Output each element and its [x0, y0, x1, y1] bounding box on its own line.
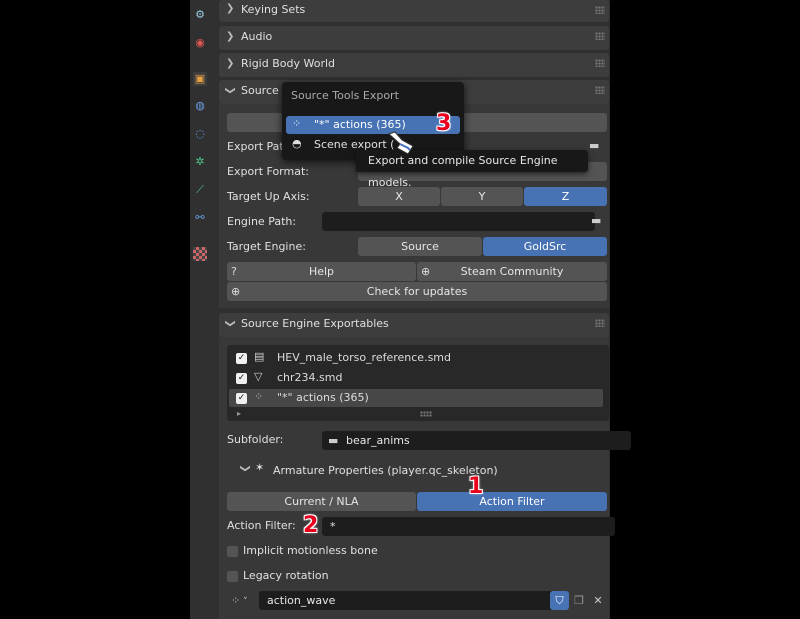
subfolder-value: bear_anims — [346, 434, 410, 447]
engine-path-field[interactable] — [322, 212, 595, 231]
folder-icon[interactable]: ▬ — [589, 139, 607, 155]
engine-source-button[interactable]: Source — [358, 237, 482, 256]
checkbox[interactable]: ✓ — [236, 353, 247, 364]
globe-icon: ⊕ — [231, 285, 241, 298]
drag-grip[interactable] — [595, 319, 605, 327]
mesh-icon: ▽ — [254, 370, 263, 383]
tab-action-filter[interactable]: Action Filter — [417, 492, 607, 511]
checkbox[interactable]: ✓ — [236, 373, 247, 384]
exportables-list: ✓ ▤ HEV_male_torso_reference.smd ✓ ▽ chr… — [227, 345, 609, 421]
subfolder-field[interactable]: ▬ bear_anims — [322, 431, 631, 450]
close-icon[interactable]: ✕ — [589, 591, 607, 610]
collection-icon: ▤ — [254, 350, 265, 363]
chevron-right-icon: ❯ — [226, 31, 235, 42]
action-filter-field[interactable]: * — [322, 517, 615, 536]
action-name-field[interactable]: action_wave — [259, 591, 557, 610]
scene-icon: ◓ — [292, 137, 302, 150]
action-icon: ⁘ — [292, 117, 302, 130]
help-button[interactable]: ? Help — [227, 262, 416, 281]
implicit-motionless-checkbox[interactable] — [227, 546, 238, 557]
steam-community-label: Steam Community — [460, 265, 564, 278]
panel-title: Keying Sets — [241, 3, 306, 16]
check-updates-button[interactable]: ⊕ Check for updates — [227, 282, 607, 301]
drag-grip[interactable] — [595, 59, 605, 67]
menu-item-actions[interactable]: ⁘ "*" actions (365) — [286, 116, 460, 134]
chevron-down-icon: ˅ — [240, 597, 248, 607]
armature-icon: ✶ — [255, 461, 265, 474]
fake-user-icon[interactable]: ⛉ — [550, 591, 569, 610]
export-format-label: Export Format: — [227, 165, 309, 178]
action-type-dropdown[interactable]: ⁘ ˅ — [227, 591, 257, 610]
object-icon[interactable]: ▣ — [193, 72, 207, 86]
marker-3: 3 — [436, 111, 452, 136]
list-item-label: chr234.smd — [277, 371, 343, 384]
folder-icon: ▬ — [328, 434, 339, 447]
legacy-rotation-checkbox[interactable] — [227, 571, 238, 582]
axis-y-button[interactable]: Y — [441, 187, 523, 206]
engine-path-label: Engine Path: — [227, 215, 297, 228]
action-icon: ⁘ — [254, 390, 264, 403]
particles-icon[interactable]: ◌ — [193, 127, 207, 141]
duplicate-icon[interactable]: ❐ — [570, 591, 588, 610]
action-filter-label: Action Filter: — [227, 519, 296, 532]
chevron-down-icon: ❯ — [224, 86, 236, 95]
chevron-down-icon[interactable]: ❯ — [240, 464, 251, 472]
engine-goldsrc-button[interactable]: GoldSrc — [483, 237, 607, 256]
source-engine-exportables-panel[interactable]: ❯ Source Engine Exportables — [219, 313, 609, 337]
list-item-label: "*" actions (365) — [277, 391, 369, 404]
source-engine-exportables-body: ✓ ▤ HEV_male_torso_reference.smd ✓ ▽ chr… — [219, 337, 631, 619]
menu-title: Source Tools Export — [291, 89, 399, 102]
bone-constraint-icon[interactable]: ⚯ — [193, 211, 207, 225]
globe-icon: ⊕ — [421, 265, 431, 278]
chevron-right-icon: ❯ — [226, 3, 235, 14]
properties-tab-bar: ⚙ ◉ ▣ ◍ ◌ ✲ ⟋ ⚯ — [190, 0, 209, 619]
list-item[interactable]: ✓ ▤ HEV_male_torso_reference.smd — [227, 349, 609, 367]
armature-properties-label: Armature Properties (player.qc_skeleton) — [273, 464, 498, 477]
up-axis-label: Target Up Axis: — [227, 190, 310, 203]
resize-grip[interactable] — [420, 411, 432, 417]
panel-title: Rigid Body World — [241, 57, 336, 70]
folder-icon[interactable]: ▬ — [591, 214, 607, 230]
check-updates-label: Check for updates — [366, 285, 468, 298]
constraint-icon[interactable]: ✲ — [193, 155, 207, 169]
subfolder-label: Subfolder: — [227, 433, 284, 446]
chevron-right-icon: ❯ — [226, 58, 235, 69]
world-icon[interactable]: ◉ — [193, 36, 207, 50]
panel-title: Source Engine Exportables — [241, 317, 389, 330]
list-item[interactable]: ✓ ▽ chr234.smd — [227, 369, 609, 387]
drag-grip[interactable] — [595, 32, 605, 40]
checkbox[interactable]: ✓ — [236, 393, 247, 404]
keying-sets-panel[interactable]: ❯ Keying Sets — [219, 0, 609, 22]
list-item-label: HEV_male_torso_reference.smd — [277, 351, 452, 364]
legacy-rotation-label: Legacy rotation — [243, 569, 329, 582]
modifier-icon[interactable]: ◍ — [193, 99, 207, 113]
drag-grip[interactable] — [595, 6, 605, 14]
tab-current-nla[interactable]: Current / NLA — [227, 492, 416, 511]
marker-1: 1 — [468, 474, 484, 499]
help-label: Help — [308, 265, 335, 278]
audio-panel[interactable]: ❯ Audio — [219, 26, 609, 50]
texture-icon[interactable] — [193, 247, 207, 261]
physics-icon[interactable]: ⚙ — [193, 8, 207, 22]
axis-z-button[interactable]: Z — [524, 187, 607, 206]
rigid-body-world-panel[interactable]: ❯ Rigid Body World — [219, 53, 609, 77]
implicit-motionless-label: Implicit motionless bone — [243, 544, 378, 557]
marker-2: 2 — [303, 513, 319, 538]
action-icon: ⁘ — [231, 594, 241, 607]
drag-grip[interactable] — [595, 86, 605, 94]
expand-icon[interactable]: ▸ — [237, 409, 241, 418]
target-engine-label: Target Engine: — [227, 240, 306, 253]
list-item[interactable]: ✓ ⁘ "*" actions (365) — [229, 389, 603, 407]
chevron-down-icon: ❯ — [224, 319, 236, 328]
help-icon: ? — [231, 265, 237, 278]
hand-cursor-icon — [386, 130, 416, 158]
bone-icon[interactable]: ⟋ — [193, 183, 207, 197]
panel-title: Audio — [241, 30, 273, 43]
steam-community-button[interactable]: ⊕ Steam Community — [417, 262, 607, 281]
